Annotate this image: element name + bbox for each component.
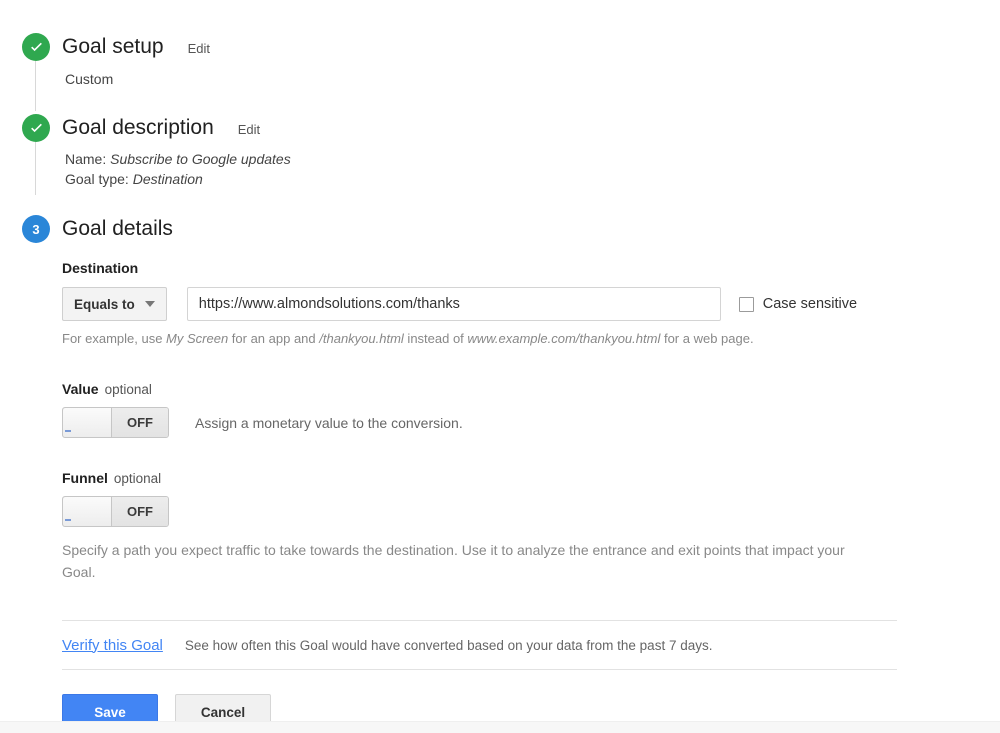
step-1-header: Goal setup Edit — [62, 33, 1000, 61]
case-sensitive-label: Case sensitive — [762, 296, 858, 312]
step-connector-2 — [35, 142, 36, 195]
verify-this-goal-link[interactable]: Verify this Goal — [62, 637, 163, 654]
help-suffix: for a web page. — [660, 331, 754, 346]
chevron-down-icon — [144, 301, 155, 307]
checkbox-box-icon — [738, 296, 754, 312]
match-type-select[interactable]: Equals to — [62, 287, 167, 321]
match-type-value: Equals to — [74, 296, 135, 312]
funnel-label: Funnel optional — [62, 470, 960, 486]
goal-type-value: Destination — [132, 171, 203, 187]
value-label: Value optional — [62, 381, 960, 397]
goal-details-body: Destination Equals to Case sensitive For… — [0, 260, 1000, 730]
page-bottom-strip — [0, 721, 1000, 733]
goal-name-value: Subscribe to Google updates — [110, 151, 291, 167]
step-1-status-icon — [22, 33, 50, 61]
step-2-edit-link[interactable]: Edit — [238, 122, 260, 137]
check-icon — [30, 123, 42, 132]
goal-type-label: Goal type: — [65, 171, 129, 187]
verify-goal-row: Verify this Goal See how often this Goal… — [62, 621, 960, 669]
step-2-header: Goal description Edit — [62, 114, 1000, 142]
value-toggle-knob — [63, 408, 112, 437]
help-mid-2: instead of — [403, 331, 468, 346]
step-3-title: Goal details — [62, 217, 173, 240]
destination-label: Destination — [62, 260, 139, 276]
step-1-summary: Custom — [65, 71, 114, 87]
funnel-toggle-knob — [63, 497, 112, 526]
step-1-edit-link[interactable]: Edit — [188, 41, 210, 56]
help-mid-1: for an app and — [228, 331, 320, 346]
value-toggle[interactable]: OFF — [62, 407, 169, 438]
value-toggle-row: OFF Assign a monetary value to the conve… — [62, 407, 960, 438]
step-2-goal-type: Goal type: Destination — [62, 169, 1000, 189]
destination-help-text: For example, use My Screen for an app an… — [62, 330, 960, 348]
funnel-description: Specify a path you expect traffic to tak… — [62, 542, 845, 580]
value-optional-text: optional — [104, 382, 152, 397]
step-3-status-icon: 3 — [22, 215, 50, 243]
help-italic-url: www.example.com/thankyou.html — [467, 331, 661, 346]
case-sensitive-checkbox[interactable]: Case sensitive — [738, 296, 858, 312]
step-2-title: Goal description — [62, 116, 214, 139]
goal-editor-page: Goal setup Edit Custom Goal description … — [0, 0, 1000, 733]
step-3-header: Goal details — [62, 215, 1000, 243]
funnel-toggle-state: OFF — [112, 497, 168, 526]
step-2-goal-name: Name: Subscribe to Google updates — [62, 149, 1000, 169]
help-prefix: For example, use — [62, 331, 167, 346]
value-label-text: Value — [62, 381, 99, 397]
value-description: Assign a monetary value to the conversio… — [195, 414, 463, 431]
funnel-toggle[interactable]: OFF — [62, 496, 169, 527]
step-goal-description: Goal description Edit Name: Subscribe to… — [0, 89, 1000, 195]
destination-url-input[interactable] — [186, 287, 721, 321]
funnel-label-text: Funnel — [62, 470, 108, 486]
funnel-optional-text: optional — [113, 471, 162, 486]
help-italic-app: My Screen — [166, 331, 229, 346]
check-icon — [30, 42, 42, 51]
step-2-status-icon — [22, 114, 50, 142]
value-toggle-state: OFF — [112, 408, 168, 437]
funnel-toggle-row: OFF — [62, 496, 960, 527]
step-1-title: Goal setup — [62, 35, 164, 58]
destination-row: Equals to Case sensitive — [62, 287, 960, 321]
goal-name-label: Name: — [65, 151, 107, 167]
divider-bottom — [62, 669, 897, 670]
step-goal-details: 3 Goal details — [0, 189, 1000, 243]
step-3-number: 3 — [32, 221, 40, 237]
verify-description: See how often this Goal would have conve… — [184, 637, 713, 653]
help-italic-path: /thankyou.html — [319, 331, 404, 346]
step-goal-setup: Goal setup Edit Custom — [0, 0, 1000, 111]
